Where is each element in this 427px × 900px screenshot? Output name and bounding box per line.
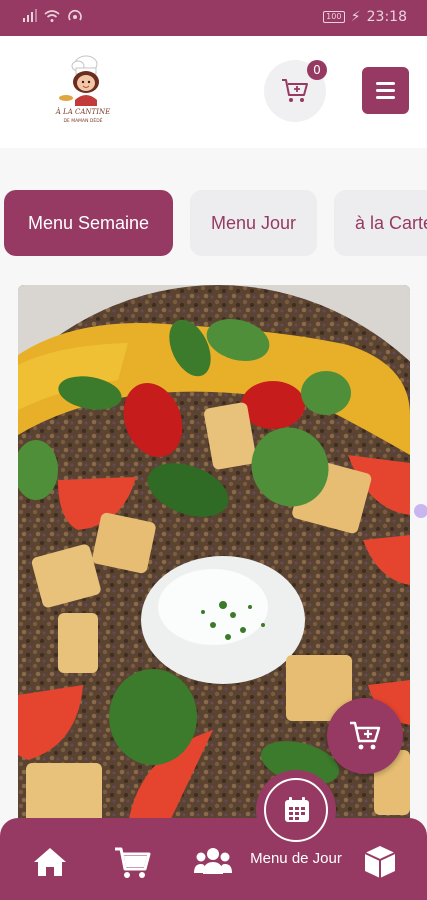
logo-text-line2: DE MAMAN DÉDÉ — [63, 116, 102, 124]
home-icon[interactable] — [30, 842, 70, 882]
hamburger-line — [376, 96, 395, 99]
tab-a-la-carte[interactable]: à la Carte — [334, 190, 427, 256]
hotspot-icon — [68, 9, 82, 21]
box-icon[interactable] — [360, 842, 400, 882]
tab-menu-jour[interactable]: Menu Jour — [190, 190, 317, 256]
status-bar: 100 ⚡ 23:18 — [0, 0, 427, 36]
tab-menu-semaine[interactable]: Menu Semaine — [4, 190, 173, 256]
hamburger-line — [376, 89, 395, 92]
hamburger-menu-button[interactable] — [362, 67, 409, 114]
cart-plus-icon — [282, 79, 308, 102]
status-time: 23:18 — [366, 9, 407, 25]
cart-icon[interactable] — [112, 842, 152, 882]
status-right: 100 ⚡ 23:18 — [322, 9, 407, 25]
hamburger-line — [376, 82, 395, 85]
floating-edge-indicator[interactable] — [414, 504, 427, 518]
charging-icon: ⚡ — [350, 9, 361, 25]
cart-count-badge: 0 — [307, 60, 327, 80]
app-screen: 100 ⚡ 23:18 À LA CANTINE DE MAMAN DÉDÉ 0… — [0, 0, 427, 900]
menu-tabs: Menu Semaine Menu Jour à la Carte — [0, 190, 427, 256]
add-to-cart-fab[interactable] — [327, 698, 403, 774]
calendar-icon — [285, 797, 309, 822]
battery-icon: 100 — [322, 11, 345, 23]
menu-de-jour-label[interactable]: Menu de Jour — [246, 848, 346, 870]
logo-text-line1: À LA CANTINE — [55, 107, 110, 116]
menu-de-jour-button[interactable] — [256, 770, 336, 850]
menu-de-jour-ring — [264, 778, 328, 842]
users-icon[interactable] — [193, 842, 233, 882]
cart-plus-icon — [350, 721, 381, 750]
signal-icon — [23, 9, 37, 22]
bottom-navigation — [0, 818, 427, 900]
brand-logo[interactable]: À LA CANTINE DE MAMAN DÉDÉ — [48, 54, 118, 124]
status-icons — [22, 9, 84, 23]
app-header: À LA CANTINE DE MAMAN DÉDÉ 0 — [0, 36, 427, 148]
wifi-icon — [44, 10, 60, 22]
